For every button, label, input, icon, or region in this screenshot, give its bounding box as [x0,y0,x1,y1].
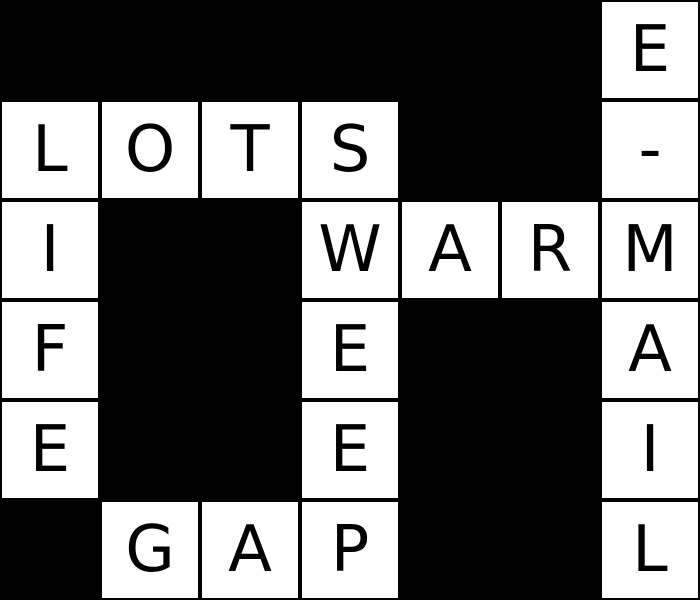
black-cell [400,100,500,200]
letter-cell[interactable]: E [0,400,100,500]
black-cell [200,300,300,400]
black-cell [500,400,600,500]
letter-cell[interactable]: E [600,0,700,100]
letter-cell[interactable]: W [300,200,400,300]
letter-cell[interactable]: G [100,500,200,600]
black-cell [500,0,600,100]
letter-cell[interactable]: T [200,100,300,200]
letter-cell[interactable]: A [400,200,500,300]
letter-cell[interactable]: E [300,400,400,500]
crossword-grid: ELOTS-IWARMFEAEEIGAPL [0,0,700,600]
letter-cell[interactable]: F [0,300,100,400]
black-cell [100,400,200,500]
black-cell [500,500,600,600]
black-cell [0,0,100,100]
letter-cell[interactable]: L [600,500,700,600]
black-cell [200,400,300,500]
black-cell [300,0,400,100]
black-cell [100,0,200,100]
letter-cell[interactable]: - [600,100,700,200]
black-cell [500,300,600,400]
letter-cell[interactable]: O [100,100,200,200]
black-cell [200,200,300,300]
black-cell [500,100,600,200]
black-cell [0,500,100,600]
letter-cell[interactable]: S [300,100,400,200]
black-cell [400,500,500,600]
black-cell [100,200,200,300]
letter-cell[interactable]: L [0,100,100,200]
letter-cell[interactable]: E [300,300,400,400]
letter-cell[interactable]: M [600,200,700,300]
letter-cell[interactable]: I [0,200,100,300]
letter-cell[interactable]: A [600,300,700,400]
black-cell [400,300,500,400]
black-cell [400,0,500,100]
black-cell [400,400,500,500]
black-cell [200,0,300,100]
letter-cell[interactable]: P [300,500,400,600]
black-cell [100,300,200,400]
letter-cell[interactable]: A [200,500,300,600]
letter-cell[interactable]: I [600,400,700,500]
letter-cell[interactable]: R [500,200,600,300]
